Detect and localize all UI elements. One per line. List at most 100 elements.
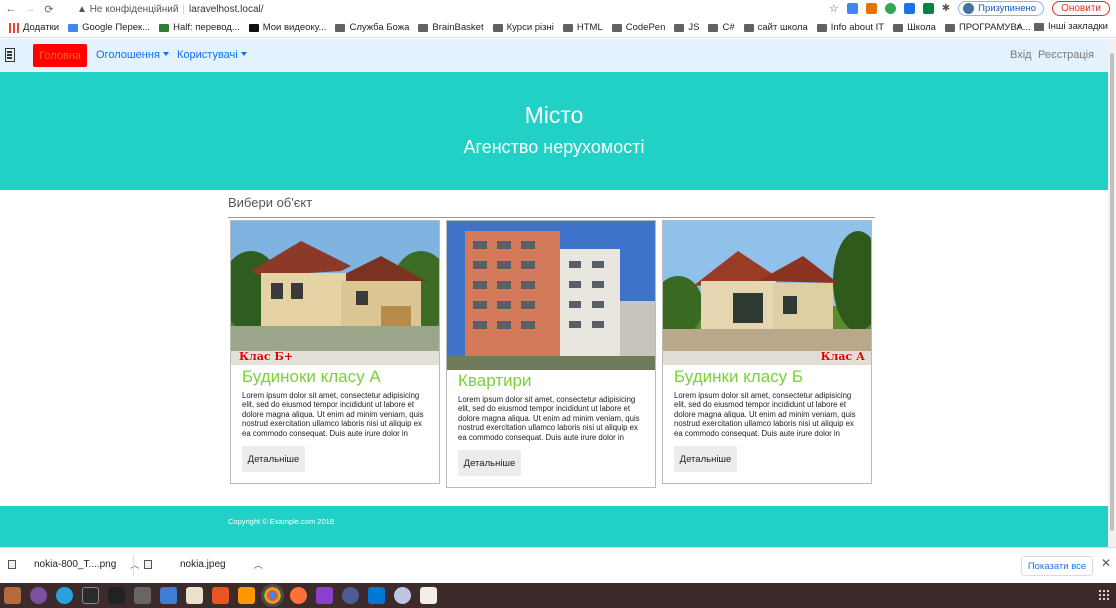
file-icon (144, 560, 152, 569)
more-bookmarks-button[interactable]: » (1017, 21, 1022, 32)
inkscape-icon[interactable] (108, 587, 125, 604)
house-image-drawing (663, 221, 871, 365)
bookmark-item[interactable]: Info about IT (816, 22, 884, 33)
bookmark-item[interactable]: Служба Божа (335, 22, 409, 33)
copyright-text: Copyright © Example.com 2018 (228, 517, 334, 526)
download-filename: nokia.jpeg (180, 559, 226, 570)
php-icon[interactable] (342, 587, 359, 604)
bookmark-item[interactable]: Half: перевод... (159, 22, 240, 33)
other-bookmarks[interactable]: Інші закладки (1034, 21, 1108, 32)
apartment-image-drawing (447, 221, 655, 370)
bookmark-apps[interactable]: Додатки (9, 22, 59, 33)
card-title: Квартири (458, 371, 532, 390)
scrollbar-thumb[interactable] (1110, 53, 1114, 531)
browser-toolbar: ← → ⟳ ▲ Не конфіденційний | laravelhost.… (0, 0, 1116, 18)
screenshot-extension-icon[interactable] (922, 3, 934, 14)
vscode-icon[interactable] (368, 587, 385, 604)
page-scrollbar[interactable] (1108, 39, 1116, 547)
hero-banner: Місто Агенство нерухомості (0, 72, 1108, 190)
close-icon[interactable]: ✕ (1101, 556, 1111, 570)
building-icon[interactable] (5, 48, 15, 62)
announcements-dropdown[interactable]: Оголошення (96, 49, 169, 61)
download-filename: nokia-800_T....png (34, 559, 117, 570)
folder-icon (893, 23, 904, 32)
bookmark-star-icon[interactable]: ☆ (829, 2, 839, 15)
chevron-up-icon[interactable]: ︿ (130, 558, 139, 571)
avatar (963, 3, 975, 14)
login-link[interactable]: Вхід (1010, 49, 1032, 61)
show-all-button[interactable]: Показати все (1021, 556, 1093, 576)
address-bar[interactable]: laravelhost.local/ (189, 4, 263, 15)
apps-grid-icon[interactable] (1098, 589, 1110, 601)
folder-icon (611, 23, 622, 32)
bookmark-item[interactable]: Мои видеоку... (248, 22, 326, 33)
software-center-icon[interactable] (212, 587, 229, 604)
telegram-icon[interactable] (56, 587, 73, 604)
bookmarks-bar: Додатки Google Перек... Half: перевод...… (0, 18, 1116, 38)
bookmark-item[interactable]: HTML (562, 22, 603, 33)
text-editor-icon[interactable] (420, 587, 437, 604)
color-extension-icon[interactable] (884, 3, 896, 14)
back-icon[interactable]: ← (3, 3, 19, 15)
house-image: Клас Б+ (231, 221, 439, 365)
sublime-icon[interactable] (238, 587, 255, 604)
chrome-icon[interactable] (264, 587, 281, 604)
puzzle-icon[interactable]: ✱ (942, 3, 950, 14)
folder-icon (743, 23, 754, 32)
update-button[interactable]: Оновити (1052, 1, 1110, 16)
download-item[interactable]: nokia.jpeg ︿ (144, 558, 263, 571)
forward-icon[interactable]: → (22, 3, 38, 15)
reload-icon[interactable]: ⟳ (41, 3, 57, 16)
divider (228, 217, 875, 218)
details-button[interactable]: Детальніше (674, 446, 737, 472)
viber-icon[interactable] (30, 587, 47, 604)
bookmark-item[interactable]: C# (708, 22, 735, 33)
remmina-icon[interactable] (394, 587, 411, 604)
details-button[interactable]: Детальніше (242, 446, 305, 472)
folder-icon (562, 23, 573, 32)
download-item[interactable]: nokia-800_T....png ︿ (8, 558, 139, 571)
insecure-warning[interactable]: ▲ Не конфіденційний (77, 4, 178, 15)
home-button[interactable]: Головна (33, 44, 87, 67)
folder-icon (492, 23, 503, 32)
terminal-icon[interactable] (82, 587, 99, 604)
users-dropdown[interactable]: Користувачі (177, 49, 247, 61)
folder-icon (816, 23, 827, 32)
file-icon (8, 560, 16, 569)
register-link[interactable]: Реєстрація (1038, 49, 1094, 61)
chevron-up-icon[interactable]: ︿ (254, 558, 263, 571)
folder-icon (1034, 22, 1044, 31)
bookmark-item[interactable]: Курси різні (492, 22, 554, 33)
bookmark-item[interactable]: BrainBasket (418, 22, 484, 33)
notes-icon[interactable] (186, 587, 203, 604)
property-card-apartments: Квартири Lorem ipsum dolor sit amet, con… (446, 220, 656, 488)
class-badge: Клас Б+ (239, 350, 294, 363)
files-icon[interactable] (4, 587, 21, 604)
translate-extension-icon[interactable] (846, 3, 858, 14)
folder-icon (335, 23, 346, 32)
apps-grid-icon (9, 22, 19, 33)
page-viewport: Головна Оголошення Користувачі Вхід Реєс… (0, 39, 1108, 547)
firefox-icon[interactable] (290, 587, 307, 604)
site-icon (159, 23, 170, 32)
bookmark-item[interactable]: JS (674, 22, 699, 33)
extension-icon[interactable] (865, 3, 877, 14)
bookmark-item[interactable]: CodePen (611, 22, 665, 33)
house-image-drawing (231, 221, 439, 365)
new-extension-icon[interactable] (903, 3, 915, 14)
bookmark-item[interactable]: сайт школа (743, 22, 808, 33)
profile-paused-button[interactable]: Призупинено (958, 1, 1045, 16)
folder-icon (418, 23, 429, 32)
bookmark-item[interactable]: Google Перек... (68, 22, 150, 33)
details-button[interactable]: Детальніше (458, 450, 521, 476)
bookmark-item[interactable]: Школа (893, 22, 936, 33)
house-image: Клас А (663, 221, 871, 365)
camera-icon[interactable] (134, 587, 151, 604)
class-badge: Клас А (820, 350, 865, 363)
phpstorm-icon[interactable] (316, 587, 333, 604)
card-text: Lorem ipsum dolor sit amet, consectetur … (242, 391, 424, 438)
document-icon[interactable] (160, 587, 177, 604)
hero-subtitle: Агенство нерухомості (463, 137, 645, 157)
taskbar (0, 583, 1116, 608)
card-text: Lorem ipsum dolor sit amet, consectetur … (674, 391, 856, 438)
